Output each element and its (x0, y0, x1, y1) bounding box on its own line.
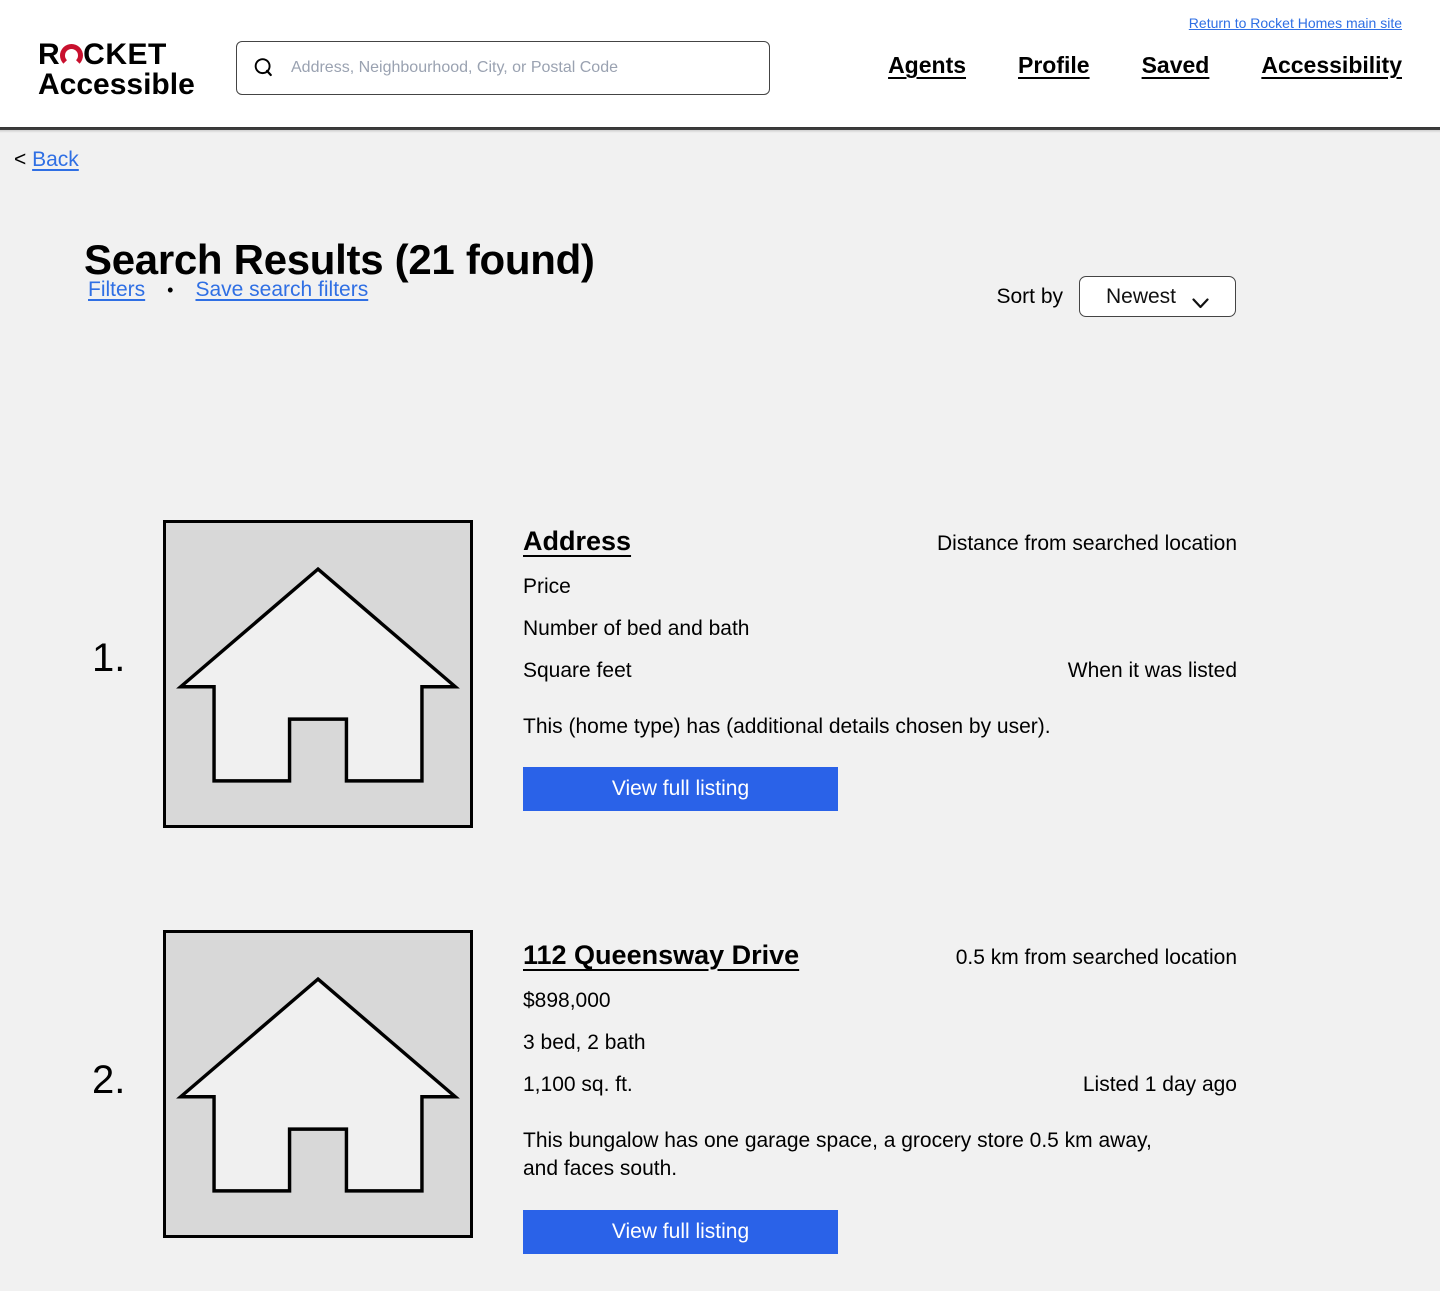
listing-address-row: Address Distance from searched location (523, 526, 1237, 557)
listing-price: $898,000 (523, 989, 611, 1012)
chevron-down-icon (1192, 291, 1209, 309)
rocket-ring-icon (60, 44, 84, 68)
listing-description: This (home type) has (additional details… (523, 715, 1051, 738)
listing-beds-baths: Number of bed and bath (523, 617, 750, 640)
back-link[interactable]: < Back (14, 148, 79, 172)
listing-description: This bungalow has one garage space, a gr… (523, 1129, 1152, 1181)
main-nav: Agents Profile Saved Accessibility (888, 52, 1402, 79)
search-icon (253, 57, 275, 79)
page-title: Search Results (21 found) (84, 236, 595, 284)
listing-details: 112 Queensway Drive 0.5 km from searched… (523, 940, 1237, 1254)
view-full-listing-button[interactable]: View full listing (523, 1209, 838, 1254)
listing-thumbnail (163, 520, 473, 828)
brand-logo-line2: Accessible (38, 68, 195, 102)
nav-item-agents[interactable]: Agents (888, 52, 966, 79)
nav-item-saved[interactable]: Saved (1142, 52, 1210, 79)
brand-logo-cket: CKET (83, 38, 167, 71)
nav-item-profile[interactable]: Profile (1018, 52, 1090, 79)
listing-details: Address Distance from searched location … (523, 526, 1237, 812)
listing-listed-date: Listed 1 day ago (1082, 1073, 1237, 1096)
nav-item-accessibility[interactable]: Accessibility (1261, 52, 1402, 79)
brand-logo[interactable]: R CKET Accessible (38, 38, 195, 102)
return-to-main-site-link[interactable]: Return to Rocket Homes main site (1189, 15, 1402, 31)
listing-price: Price (523, 575, 571, 598)
listing-distance: Distance from searched location (937, 532, 1237, 555)
brand-logo-line1: R CKET (38, 38, 195, 71)
listing-beds-baths: 3 bed, 2 bath (523, 1031, 646, 1054)
listing-address-link[interactable]: 112 Queensway Drive (523, 940, 799, 971)
sort-select-value: Newest (1105, 284, 1177, 308)
listing-listed-date: When it was listed (1067, 659, 1237, 682)
site-header: R CKET Accessible Return to Rocket Homes … (0, 0, 1440, 133)
sort-select[interactable]: Newest (1079, 276, 1236, 317)
brand-logo-r: R (38, 38, 61, 71)
filters-link[interactable]: Filters (88, 278, 145, 302)
listing-address-row: 112 Queensway Drive 0.5 km from searched… (523, 940, 1237, 971)
listing-square-feet: Square feet (523, 659, 632, 682)
search-input[interactable] (291, 59, 753, 77)
listing-sqft-row: Square feet When it was listed (523, 659, 1237, 683)
save-search-filters-link[interactable]: Save search filters (195, 278, 368, 302)
listing-number: 2. (92, 1058, 126, 1102)
sort-by-label: Sort by (996, 284, 1063, 308)
back-chevron-icon: < (14, 148, 27, 171)
listing-number: 1. (92, 636, 126, 680)
listing-sqft-row: 1,100 sq. ft. Listed 1 day ago (523, 1073, 1237, 1097)
view-full-listing-button[interactable]: View full listing (523, 767, 838, 812)
listing-square-feet: 1,100 sq. ft. (523, 1073, 633, 1096)
separator-dot: • (167, 280, 174, 300)
filter-links-row: Filters • Save search filters (88, 278, 368, 302)
listing-address-link[interactable]: Address (523, 526, 631, 557)
listing-thumbnail (163, 930, 473, 1238)
listing-distance: 0.5 km from searched location (955, 946, 1237, 969)
search-box[interactable] (236, 41, 770, 95)
back-link-label[interactable]: Back (32, 148, 79, 171)
sort-control: Sort by Newest (996, 276, 1236, 317)
